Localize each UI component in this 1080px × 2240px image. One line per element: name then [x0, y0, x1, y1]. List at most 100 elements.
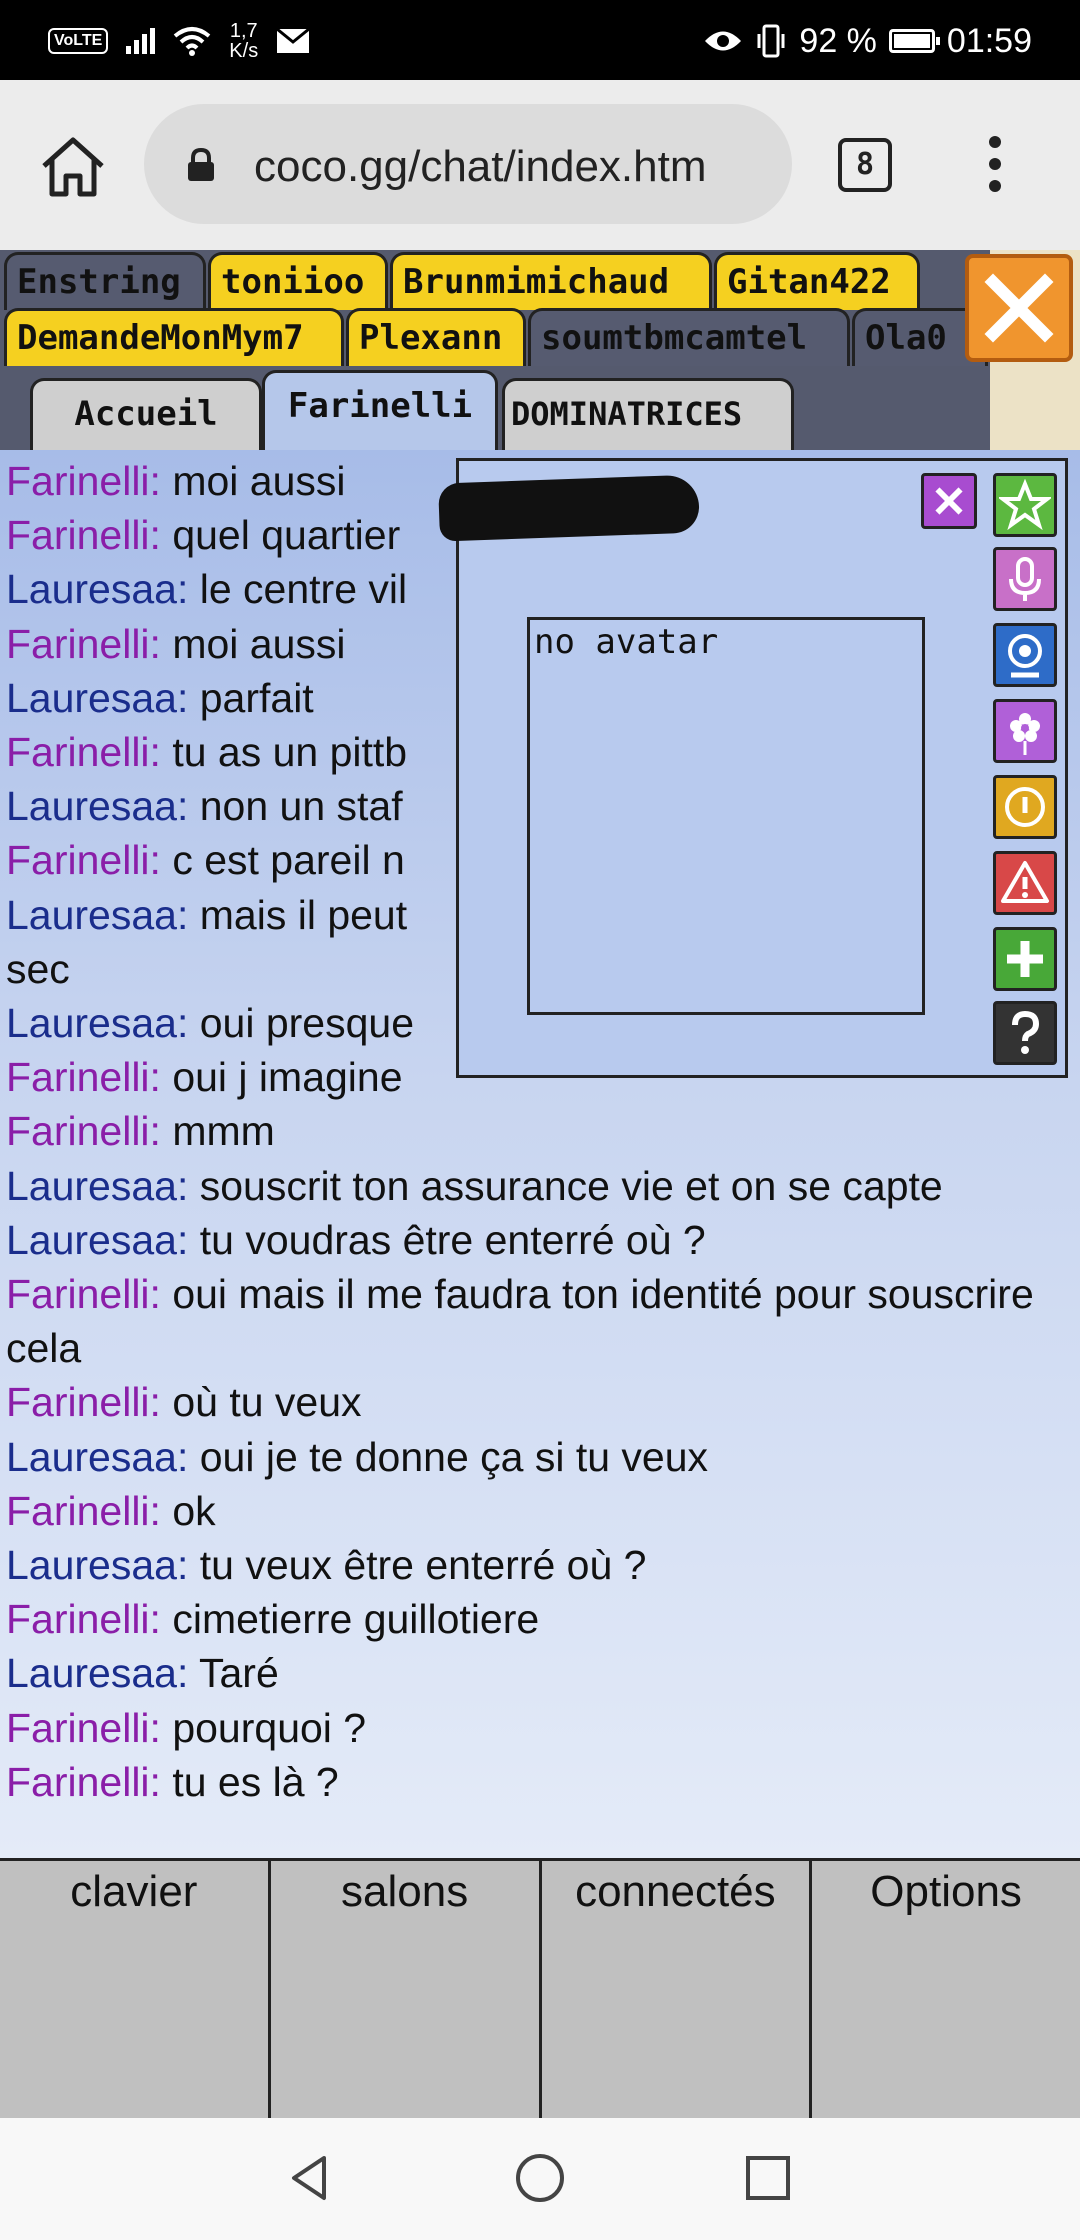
message-text: souscrit ton assurance vie et on se capt… [188, 1162, 943, 1209]
message-nickname[interactable]: Farinelli: [6, 1759, 161, 1805]
chat-message: Farinelli: oui mais il me faudra ton ide… [6, 1267, 1076, 1375]
help-button[interactable] [993, 1001, 1057, 1065]
options-button[interactable]: Options [812, 1861, 1080, 2118]
message-nickname[interactable]: Lauresaa: [6, 1542, 188, 1588]
message-text: oui presque [188, 1000, 415, 1047]
flower-icon [1010, 713, 1040, 755]
avatar-placeholder: no avatar [534, 622, 719, 662]
private-tab[interactable]: Plexann [346, 308, 526, 366]
report-button[interactable] [993, 851, 1057, 915]
signal-icon [126, 28, 156, 54]
message-text: oui je te donne ça si tu veux [188, 1433, 709, 1480]
rooms-button[interactable]: salons [271, 1861, 542, 2118]
connected-users-button[interactable]: connectés [542, 1861, 813, 2118]
private-tab[interactable]: toniioo [208, 252, 388, 310]
message-nickname[interactable]: Farinelli: [6, 458, 161, 504]
message-text: tu veux être enterré où ? [188, 1542, 647, 1589]
message-text: où tu veux [160, 1379, 362, 1426]
private-tab[interactable]: Brunmimichaud [390, 252, 712, 310]
voice-button[interactable] [993, 547, 1057, 611]
chat-message: Lauresaa: souscrit ton assurance vie et … [6, 1159, 1076, 1213]
redacted-username [438, 474, 700, 542]
info-icon [1005, 787, 1045, 827]
message-text: tu voudras être enterré où ? [188, 1216, 706, 1263]
message-nickname[interactable]: Farinelli: [6, 729, 161, 775]
message-text: non un staf [188, 783, 403, 830]
webcam-icon [1008, 634, 1042, 678]
message-nickname[interactable]: Lauresaa: [6, 783, 188, 829]
recents-icon[interactable] [738, 2148, 798, 2208]
more-options-icon[interactable] [980, 136, 1010, 196]
message-text: tu es là ? [160, 1758, 339, 1805]
private-tab[interactable]: DemandeMonMym7 [4, 308, 344, 366]
browser-toolbar: coco.gg/chat/index.htm 8 [0, 80, 1080, 250]
message-text: mais il peut [188, 891, 408, 938]
vibrate-icon [757, 24, 785, 58]
chat-message: Lauresaa: Taré [6, 1646, 1076, 1700]
close-popup-button[interactable] [921, 473, 977, 529]
close-tab-button[interactable] [965, 254, 1073, 362]
message-text: pourquoi ? [160, 1704, 367, 1751]
home-nav-icon[interactable] [510, 2148, 570, 2208]
message-nickname[interactable]: Lauresaa: [6, 1650, 188, 1696]
message-nickname[interactable]: Farinelli: [6, 512, 161, 558]
chat-tab-bar: Enstring toniioo Brunmimichaud Gitan422 … [0, 250, 1080, 450]
private-tab[interactable]: Enstring [4, 252, 206, 310]
message-nickname[interactable]: Farinelli: [6, 1488, 161, 1534]
message-text: parfait [188, 674, 314, 721]
message-nickname[interactable]: Lauresaa: [6, 1163, 188, 1209]
add-button[interactable] [993, 927, 1057, 991]
battery-percent: 92 % [799, 21, 877, 60]
room-tab-accueil[interactable]: Accueil [30, 378, 262, 450]
message-nickname[interactable]: Farinelli: [6, 621, 161, 667]
message-nickname[interactable]: Farinelli: [6, 1705, 161, 1751]
message-nickname[interactable]: Lauresaa: [6, 1434, 188, 1480]
message-nickname[interactable]: Lauresaa: [6, 892, 188, 938]
close-icon [984, 273, 1054, 343]
chat-message: Farinelli: cimetierre guillotiere [6, 1592, 1076, 1646]
message-text: quel quartier [160, 512, 401, 559]
keyboard-button[interactable]: clavier [0, 1861, 271, 2118]
private-tab[interactable]: soumtbmcamtel [528, 308, 850, 366]
message-nickname[interactable]: Farinelli: [6, 1108, 161, 1154]
star-icon [999, 479, 1051, 531]
chat-message: Lauresaa: tu voudras être enterré où ? [6, 1213, 1076, 1267]
message-text: mmm [160, 1108, 275, 1155]
private-tab[interactable]: Gitan422 [714, 252, 920, 310]
back-icon[interactable] [280, 2148, 340, 2208]
message-text: Taré [188, 1650, 279, 1697]
home-icon[interactable] [38, 132, 108, 202]
message-nickname[interactable]: Farinelli: [6, 1379, 161, 1425]
message-nickname[interactable]: Farinelli: [6, 1596, 161, 1642]
user-profile-popup: no avatar [438, 458, 1068, 1078]
message-nickname[interactable]: Lauresaa: [6, 1217, 188, 1263]
message-nickname[interactable]: Lauresaa: [6, 566, 188, 612]
volte-indicator: VoLTE [48, 28, 109, 54]
chat-message: Lauresaa: oui je te donne ça si tu veux [6, 1430, 1076, 1484]
room-tab-dominatrices[interactable]: DOMINATRICES [502, 378, 794, 450]
message-text: c est pareil n [160, 837, 405, 884]
status-bar: VoLTE 1,7 K/s 92 % 01:59 [0, 0, 1080, 80]
message-nickname[interactable]: Farinelli: [6, 837, 161, 883]
chat-message: Farinelli: où tu veux [6, 1375, 1076, 1429]
message-nickname[interactable]: Farinelli: [6, 1054, 161, 1100]
tab-switcher-button[interactable]: 8 [838, 138, 892, 192]
message-nickname[interactable]: Lauresaa: [6, 1000, 188, 1046]
eye-icon [705, 31, 742, 51]
webcam-button[interactable] [993, 623, 1057, 687]
info-button[interactable] [993, 775, 1057, 839]
message-text: sec [6, 945, 70, 992]
chat-message: Farinelli: ok [6, 1484, 1076, 1538]
message-nickname[interactable]: Lauresaa: [6, 675, 188, 721]
gift-button[interactable] [993, 699, 1057, 763]
help-icon [1012, 1010, 1040, 1054]
message-text: oui mais il me faudra ton identité pour … [6, 1271, 1034, 1372]
network-speed: 1,7 K/s [229, 20, 259, 62]
room-tab-farinelli[interactable]: Farinelli [262, 370, 498, 450]
address-bar[interactable]: coco.gg/chat/index.htm [144, 104, 792, 224]
message-nickname[interactable]: Farinelli: [6, 1271, 161, 1317]
message-text: le centre vil [188, 566, 408, 613]
add-friend-button[interactable] [993, 473, 1057, 537]
close-icon [935, 487, 963, 515]
message-text: oui j imagine [160, 1054, 403, 1101]
